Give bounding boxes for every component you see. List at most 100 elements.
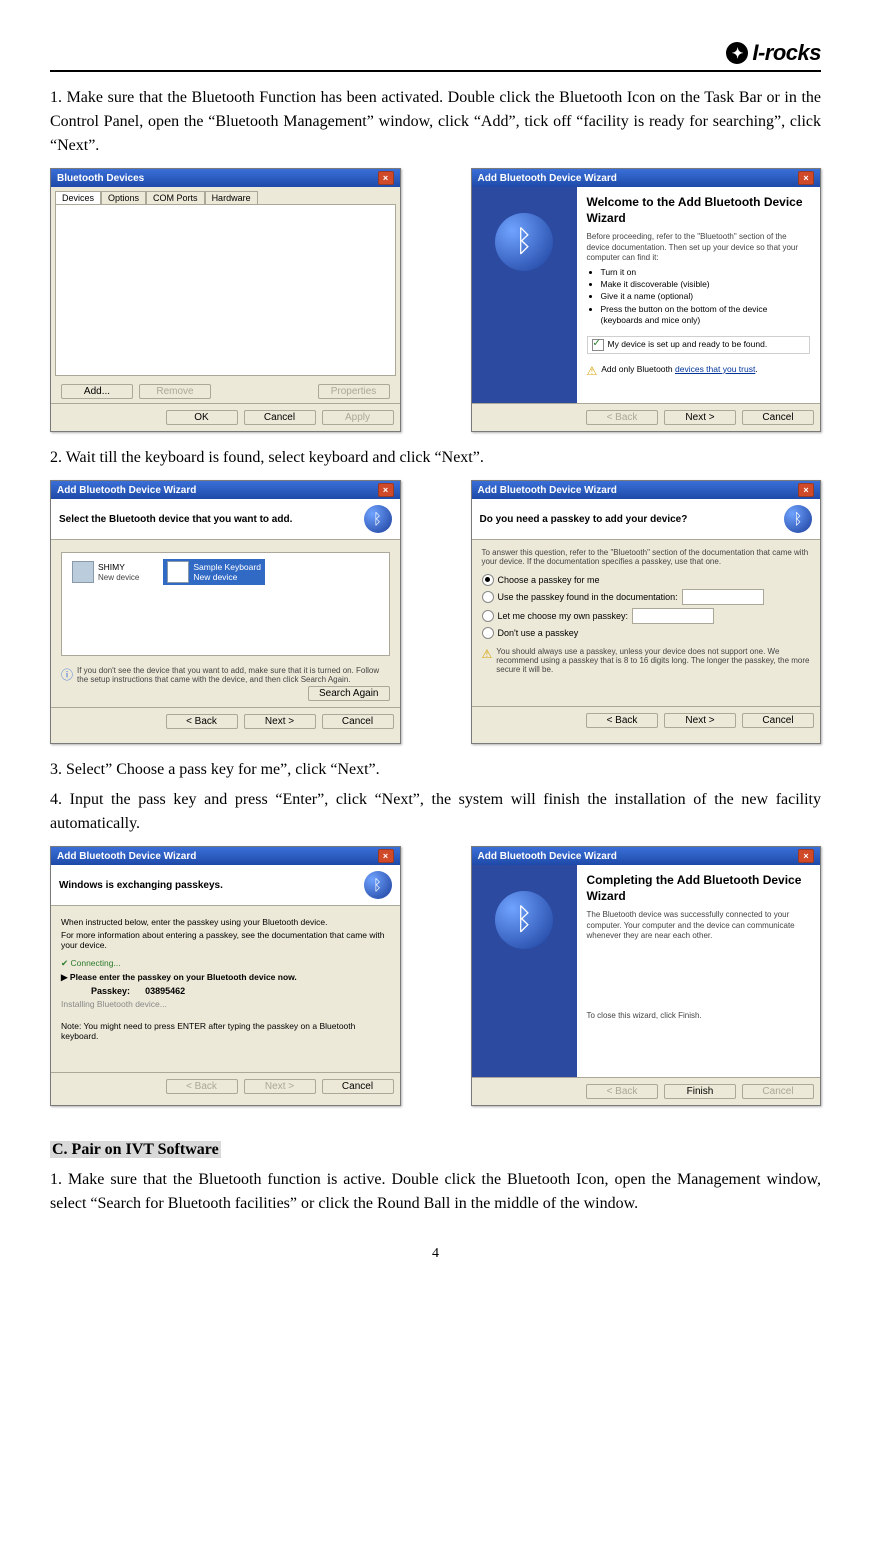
close-icon[interactable]: × — [378, 483, 394, 497]
finish-button[interactable]: Finish — [664, 1084, 736, 1099]
radio-label: Don't use a passkey — [498, 628, 579, 638]
radio-icon[interactable] — [482, 627, 494, 639]
not-found-tip: ⓘ If you don't see the device that you w… — [61, 666, 390, 684]
wizard-buttons: < Back Next > Cancel — [472, 403, 821, 431]
back-button[interactable]: < Back — [166, 1079, 238, 1094]
screenshots-row-3: Add Bluetooth Device Wizard × Windows is… — [50, 846, 821, 1106]
bullet: Make it discoverable (visible) — [601, 279, 811, 290]
device-sub: New device — [98, 573, 139, 582]
search-again-button[interactable]: Search Again — [308, 686, 390, 701]
cancel-button[interactable]: Cancel — [742, 410, 814, 425]
remove-button[interactable]: Remove — [139, 384, 211, 399]
cancel-button[interactable]: Cancel — [742, 1084, 814, 1099]
properties-button[interactable]: Properties — [318, 384, 390, 399]
close-icon[interactable]: × — [378, 171, 394, 185]
passkey-display: Passkey: 03895462 — [91, 986, 390, 996]
wizard-body: ᛒ Welcome to the Add Bluetooth Device Wi… — [472, 187, 821, 403]
connecting-text: Connecting... — [70, 958, 120, 968]
close-icon[interactable]: × — [798, 849, 814, 863]
instruct-text: Please enter the passkey on your Bluetoo… — [70, 972, 297, 982]
wizard-inner: To answer this question, refer to the "B… — [472, 540, 821, 706]
info-icon: ⓘ — [61, 666, 73, 683]
wizard-heading: Completing the Add Bluetooth Device Wiza… — [587, 873, 811, 904]
apply-button[interactable]: Apply — [322, 410, 394, 425]
bluetooth-icon: ᛒ — [495, 891, 553, 949]
installing-text: Installing Bluetooth device... — [61, 999, 390, 1009]
hint-link[interactable]: devices that you trust — [675, 364, 755, 374]
wizard-content: Completing the Add Bluetooth Device Wiza… — [577, 865, 821, 1077]
wizard-welcome-window: Add Bluetooth Device Wizard × ᛒ Welcome … — [471, 168, 822, 432]
screenshots-row-2: Add Bluetooth Device Wizard × Select the… — [50, 480, 821, 744]
passkey-doc-input[interactable] — [682, 589, 764, 605]
passkey-option-none[interactable]: Don't use a passkey — [482, 627, 811, 639]
add-button[interactable]: Add... — [61, 384, 133, 399]
passkey-own-input[interactable] — [632, 608, 714, 624]
back-button[interactable]: < Back — [586, 410, 658, 425]
close-icon[interactable]: × — [798, 483, 814, 497]
titlebar: Add Bluetooth Device Wizard × — [472, 847, 821, 865]
window-title: Bluetooth Devices — [57, 173, 144, 184]
back-button[interactable]: < Back — [166, 714, 238, 729]
brand-logo: ✦ I-rocks — [726, 40, 821, 66]
close-icon[interactable]: × — [798, 171, 814, 185]
device-list: SHIMY New device Sample Keyboard New dev… — [61, 552, 390, 656]
cancel-button[interactable]: Cancel — [322, 1079, 394, 1094]
cancel-button[interactable]: Cancel — [742, 713, 814, 728]
radio-icon[interactable] — [482, 591, 494, 603]
ok-button[interactable]: OK — [166, 410, 238, 425]
bluetooth-icon: ᛒ — [364, 871, 392, 899]
cancel-button[interactable]: Cancel — [322, 714, 394, 729]
step4-text: 4. Input the pass key and press “Enter”,… — [50, 788, 821, 836]
passkey-option-own[interactable]: Let me choose my own passkey: — [482, 608, 811, 624]
device-item[interactable]: SHIMY New device — [68, 559, 143, 585]
tab-com-ports[interactable]: COM Ports — [146, 191, 205, 204]
exchange-line1: When instructed below, enter the passkey… — [61, 917, 390, 927]
section-c-heading: C. Pair on IVT Software — [50, 1138, 821, 1162]
bluetooth-icon: ᛒ — [495, 213, 553, 271]
tip-text: If you don't see the device that you wan… — [77, 666, 389, 684]
radio-icon[interactable] — [482, 574, 494, 586]
next-button[interactable]: Next > — [664, 713, 736, 728]
radio-icon[interactable] — [482, 610, 494, 622]
ready-checkbox-label: My device is set up and ready to be foun… — [608, 339, 768, 350]
passkey-option-choose[interactable]: Choose a passkey for me — [482, 574, 811, 586]
ready-checkbox-row[interactable]: My device is set up and ready to be foun… — [587, 336, 811, 354]
window-title: Add Bluetooth Device Wizard — [57, 851, 196, 862]
titlebar: Bluetooth Devices × — [51, 169, 400, 187]
titlebar: Add Bluetooth Device Wizard × — [472, 169, 821, 187]
wizard-complete-window: Add Bluetooth Device Wizard × ᛒ Completi… — [471, 846, 822, 1106]
wizard-inner: When instructed below, enter the passkey… — [51, 906, 400, 1072]
wizard-sidebar: ᛒ — [472, 187, 577, 403]
complete-closing: To close this wizard, click Finish. — [587, 1011, 811, 1021]
back-button[interactable]: < Back — [586, 1084, 658, 1099]
cancel-button[interactable]: Cancel — [244, 410, 316, 425]
logo-icon: ✦ — [726, 42, 748, 64]
complete-intro: The Bluetooth device was successfully co… — [587, 910, 811, 941]
trust-hint: ⚠ Add only Bluetooth devices that you tr… — [587, 364, 811, 380]
window-title: Add Bluetooth Device Wizard — [478, 173, 617, 184]
passkey-option-doc[interactable]: Use the passkey found in the documentati… — [482, 589, 811, 605]
page-number: 4 — [50, 1246, 821, 1262]
device-item-selected[interactable]: Sample Keyboard New device — [163, 559, 265, 585]
back-button[interactable]: < Back — [586, 713, 658, 728]
tab-hardware[interactable]: Hardware — [205, 191, 258, 204]
warning-icon: ⚠ — [482, 647, 493, 661]
tab-devices[interactable]: Devices — [55, 191, 101, 204]
passkey-label: Passkey: — [91, 986, 130, 996]
warning-icon: ⚠ — [587, 364, 598, 380]
next-button[interactable]: Next > — [244, 1079, 316, 1094]
next-button[interactable]: Next > — [664, 410, 736, 425]
device-name: Sample Keyboard — [193, 562, 261, 572]
bluetooth-icon: ᛒ — [784, 505, 812, 533]
titlebar: Add Bluetooth Device Wizard × — [51, 847, 400, 865]
section-c-text: 1. Make sure that the Bluetooth function… — [50, 1168, 821, 1216]
checkbox-icon[interactable] — [592, 339, 604, 351]
wizard-body: ᛒ Completing the Add Bluetooth Device Wi… — [472, 865, 821, 1077]
wizard-banner: Do you need a passkey to add your device… — [472, 499, 821, 540]
close-icon[interactable]: × — [378, 849, 394, 863]
wizard-banner-text: Do you need a passkey to add your device… — [480, 514, 688, 525]
tab-options[interactable]: Options — [101, 191, 146, 204]
next-button[interactable]: Next > — [244, 714, 316, 729]
wizard-intro: Before proceeding, refer to the "Bluetoo… — [587, 232, 811, 263]
radio-label: Let me choose my own passkey: — [498, 611, 629, 621]
